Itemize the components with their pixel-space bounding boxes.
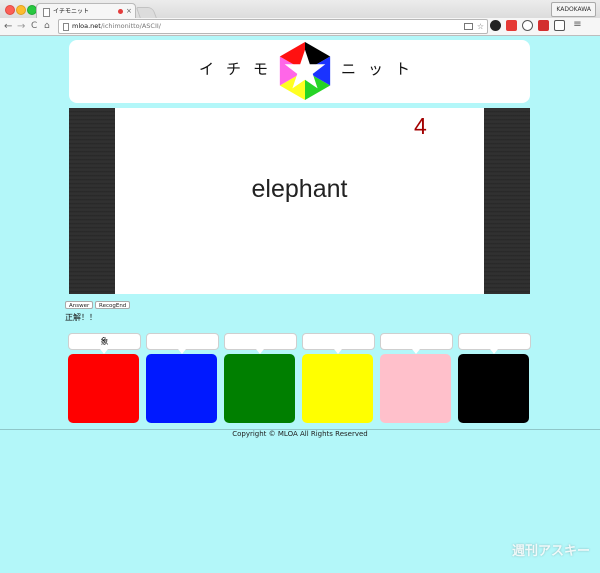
- result-text: 正解！！: [65, 313, 97, 322]
- answer-button[interactable]: Answer: [65, 301, 94, 309]
- hexagon-star-logo-icon: [279, 41, 331, 101]
- browser-tab[interactable]: イチモニット ×: [36, 3, 136, 19]
- bookmark-star-icon[interactable]: ☆: [477, 20, 484, 33]
- extension-mail-icon[interactable]: [506, 20, 517, 31]
- site-title-left: イチモ: [199, 60, 281, 78]
- color-card-red[interactable]: [68, 354, 139, 423]
- color-card-pink[interactable]: [380, 354, 451, 423]
- color-card-blue[interactable]: [146, 354, 217, 423]
- url-text[interactable]: mloa.net/ichimonitto/ASCII/: [72, 20, 161, 33]
- speech-bubble: [146, 333, 219, 354]
- color-card-black[interactable]: [458, 354, 529, 423]
- watermark-logo: 週刊アスキー: [511, 544, 590, 559]
- color-card-green[interactable]: [224, 354, 295, 423]
- tab-close-icon[interactable]: ×: [126, 4, 132, 19]
- browser-titlebar: イチモニット × KADOKAWA: [0, 0, 600, 19]
- extension-red-icon[interactable]: [538, 20, 549, 31]
- color-card-yellow[interactable]: [302, 354, 373, 423]
- copyright-text: Copyright © MLOA All Rights Reserved: [232, 430, 368, 438]
- prompt-word: elephant: [251, 175, 348, 203]
- extension-pocket-icon[interactable]: [554, 20, 565, 31]
- address-bar[interactable]: mloa.net/ichimonitto/ASCII/ ☆: [58, 19, 488, 34]
- extension-info-icon[interactable]: [522, 20, 533, 31]
- recog-end-button[interactable]: RecogEnd: [95, 301, 131, 309]
- speech-bubble: [458, 333, 531, 354]
- speech-bubble: [380, 333, 453, 354]
- url-host: mloa.net: [72, 22, 101, 30]
- extension-dark-icon[interactable]: [490, 20, 501, 31]
- speech-bubble: [302, 333, 375, 354]
- page-icon: [43, 8, 50, 17]
- speech-bubble: 象: [68, 333, 141, 354]
- url-path: /ichimonitto/ASCII/: [100, 22, 161, 30]
- back-arrow-icon[interactable]: ←: [4, 19, 12, 34]
- window-minimize-button[interactable]: [16, 5, 26, 15]
- profile-button[interactable]: KADOKAWA: [551, 2, 596, 17]
- forward-arrow-icon[interactable]: →: [17, 19, 25, 34]
- recording-icon: [118, 9, 123, 14]
- browser-menu-icon[interactable]: ≡: [572, 20, 583, 31]
- reload-icon[interactable]: C: [31, 19, 37, 34]
- site-header: イチモ ニット: [69, 40, 530, 103]
- home-icon[interactable]: ⌂: [44, 19, 50, 34]
- word-stage: 4 elephant: [69, 108, 530, 294]
- speech-bubble: [224, 333, 297, 354]
- window-close-button[interactable]: [5, 5, 15, 15]
- page-info-icon[interactable]: [63, 23, 69, 31]
- round-counter: 4: [414, 113, 427, 139]
- cast-icon[interactable]: [464, 23, 473, 30]
- site-title-right: ニット: [341, 60, 423, 78]
- tab-title: イチモニット: [53, 8, 90, 15]
